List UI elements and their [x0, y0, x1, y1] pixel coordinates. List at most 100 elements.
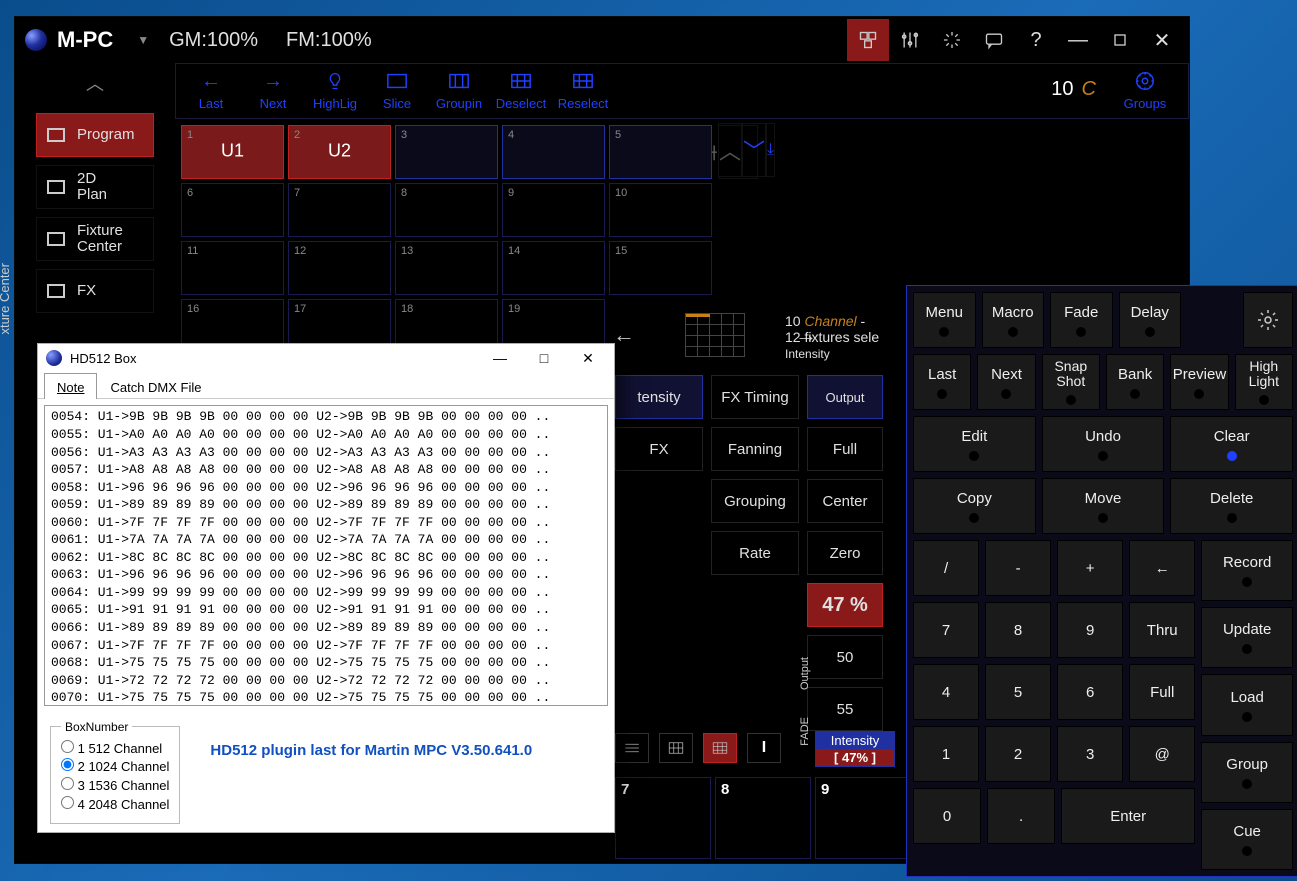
mr-tensity[interactable]: tensity: [615, 375, 703, 419]
kp-macro[interactable]: Macro: [982, 292, 1045, 348]
mr-fanning[interactable]: Fanning: [711, 427, 799, 471]
windows-icon[interactable]: [847, 19, 889, 61]
out-47-[interactable]: 47 %: [807, 583, 883, 627]
hd512-minimize[interactable]: —: [478, 344, 522, 372]
grid-down-icon[interactable]: ﹀: [742, 123, 766, 177]
kp-clear[interactable]: Clear: [1170, 416, 1293, 472]
sidebar-item-program[interactable]: Program: [36, 113, 154, 157]
bottom-cell-7[interactable]: 7: [615, 777, 711, 859]
mini-grid[interactable]: [685, 313, 745, 357]
sidebar-item-fx[interactable]: FX: [36, 269, 154, 313]
group-cell-10[interactable]: 10: [609, 183, 712, 237]
mr-grouping[interactable]: Grouping: [711, 479, 799, 523]
kp-4[interactable]: 4: [913, 664, 979, 720]
mr-rate[interactable]: Rate: [711, 531, 799, 575]
group-cell-4[interactable]: 4: [502, 125, 605, 179]
kp-9[interactable]: 9: [1057, 602, 1123, 658]
group-cell-15[interactable]: 15: [609, 241, 712, 295]
sidebar-item-2d-plan[interactable]: 2DPlan: [36, 165, 154, 209]
chat-icon[interactable]: [973, 19, 1015, 61]
sliders-icon[interactable]: [889, 19, 931, 61]
toolbar-last[interactable]: ←Last: [180, 68, 242, 111]
toolbar-highlig[interactable]: HighLig: [304, 68, 366, 111]
kp-back[interactable]: ←: [1129, 540, 1195, 596]
kp-plus[interactable]: +: [1057, 540, 1123, 596]
group-cell-7[interactable]: 7: [288, 183, 391, 237]
kp-bank[interactable]: Bank: [1106, 354, 1164, 410]
view-single-icon[interactable]: I: [747, 733, 781, 763]
mr-fx[interactable]: FX: [615, 427, 703, 471]
boxnumber-opt-2[interactable]: 2 1024 Channel: [61, 758, 169, 777]
kp-thru[interactable]: Thru: [1129, 602, 1195, 658]
bottom-cell-9[interactable]: 9: [815, 777, 911, 859]
group-cell-13[interactable]: 13: [395, 241, 498, 295]
tab-catch-dmx[interactable]: Catch DMX File: [97, 373, 214, 399]
sidebar-up-arrow[interactable]: ︿: [77, 71, 113, 95]
kp-delete[interactable]: Delete: [1170, 478, 1293, 534]
grid-bottom-icon[interactable]: ⤓: [766, 123, 775, 177]
toolbar-slice[interactable]: Slice: [366, 68, 428, 111]
grid-up-icon[interactable]: ︿: [718, 123, 742, 177]
chevron-down-icon[interactable]: ▼: [137, 33, 149, 47]
grid-top-icon[interactable]: ⯤ ︿ ﹀ ⤓: [718, 125, 758, 179]
kp-undo[interactable]: Undo: [1042, 416, 1165, 472]
out-center[interactable]: Center: [807, 479, 883, 523]
kp-0[interactable]: 0: [913, 788, 981, 844]
groups-button[interactable]: Groups: [1114, 68, 1176, 111]
kp-next[interactable]: Next: [977, 354, 1035, 410]
kp-load[interactable]: Load: [1201, 674, 1293, 735]
out-output[interactable]: Output: [807, 375, 883, 419]
kp-cue[interactable]: Cue: [1201, 809, 1293, 870]
kp-menu[interactable]: Menu: [913, 292, 976, 348]
group-cell-6[interactable]: 6: [181, 183, 284, 237]
kp-dot[interactable]: .: [987, 788, 1055, 844]
kp-highlight[interactable]: HighLight: [1235, 354, 1293, 410]
kp-snapshot[interactable]: SnapShot: [1042, 354, 1100, 410]
kp-8[interactable]: 8: [985, 602, 1051, 658]
kp-fade[interactable]: Fade: [1050, 292, 1113, 348]
toolbar-next[interactable]: →Next: [242, 68, 304, 111]
close-button[interactable]: ✕: [1141, 19, 1183, 61]
group-cell-8[interactable]: 8: [395, 183, 498, 237]
kp-3[interactable]: 3: [1057, 726, 1123, 782]
out-50[interactable]: 50: [807, 635, 883, 679]
out-full[interactable]: Full: [807, 427, 883, 471]
kp-settings-icon[interactable]: [1243, 292, 1293, 348]
kp-edit[interactable]: Edit: [913, 416, 1036, 472]
hd512-close[interactable]: ✕: [566, 344, 610, 372]
kp-minus[interactable]: -: [985, 540, 1051, 596]
group-cell-9[interactable]: 9: [502, 183, 605, 237]
boxnumber-opt-4[interactable]: 4 2048 Channel: [61, 796, 169, 815]
kp-slash[interactable]: /: [913, 540, 979, 596]
kp-preview[interactable]: Preview: [1170, 354, 1228, 410]
kp-6[interactable]: 6: [1057, 664, 1123, 720]
out-zero[interactable]: Zero: [807, 531, 883, 575]
boxnumber-opt-1[interactable]: 1 512 Channel: [61, 740, 169, 759]
group-cell-11[interactable]: 11: [181, 241, 284, 295]
intensity-output-badge[interactable]: Intensity [ 47% ]: [815, 731, 895, 767]
kp-1[interactable]: 1: [913, 726, 979, 782]
toolbar-groupin[interactable]: Groupin: [428, 68, 490, 111]
kp-group[interactable]: Group: [1201, 742, 1293, 803]
sidebar-item-fixture-center[interactable]: FixtureCenter: [36, 217, 154, 261]
kp-at[interactable]: @: [1129, 726, 1195, 782]
kp-move[interactable]: Move: [1042, 478, 1165, 534]
group-cell-2[interactable]: 2U2: [288, 125, 391, 179]
out-55[interactable]: 55: [807, 687, 883, 731]
view-grid-icon[interactable]: [659, 733, 693, 763]
toolbar-reselect[interactable]: Reselect: [552, 68, 614, 111]
kp-7[interactable]: 7: [913, 602, 979, 658]
help-icon[interactable]: ?: [1015, 19, 1057, 61]
group-cell-3[interactable]: 3: [395, 125, 498, 179]
group-cell-5[interactable]: 5: [609, 125, 712, 179]
bottom-cell-8[interactable]: 8: [715, 777, 811, 859]
kp-update[interactable]: Update: [1201, 607, 1293, 668]
group-cell-1[interactable]: 1U1: [181, 125, 284, 179]
group-cell-14[interactable]: 14: [502, 241, 605, 295]
minimize-button[interactable]: —: [1057, 19, 1099, 61]
kp-5[interactable]: 5: [985, 664, 1051, 720]
kp-delay[interactable]: Delay: [1119, 292, 1182, 348]
view-table-icon[interactable]: [703, 733, 737, 763]
group-cell-12[interactable]: 12: [288, 241, 391, 295]
kp-record[interactable]: Record: [1201, 540, 1293, 601]
